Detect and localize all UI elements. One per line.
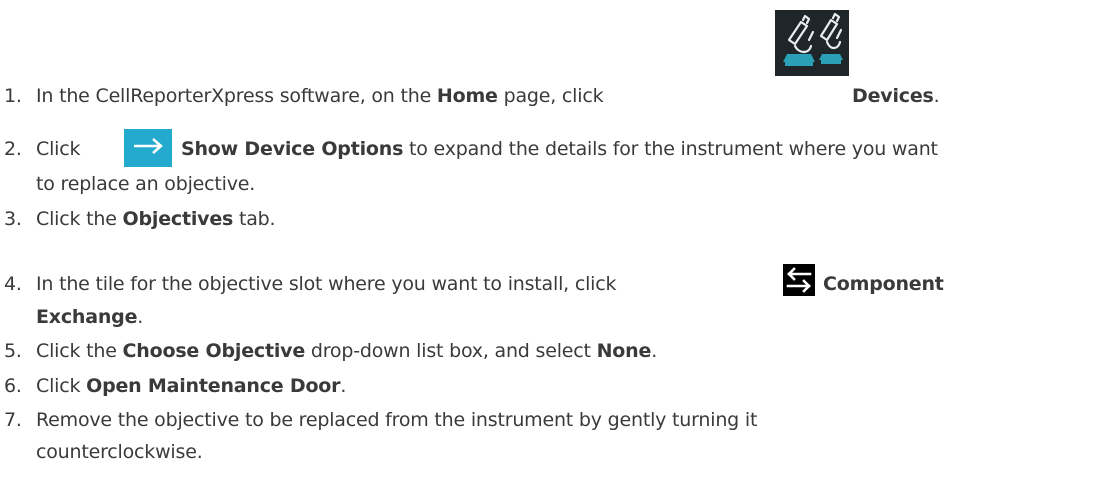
step-number: 6. — [4, 375, 22, 397]
step-number: 4. — [4, 273, 22, 295]
step-emphasis-exchange: Exchange — [36, 306, 138, 328]
step-text: to replace an objective. — [36, 173, 256, 195]
step-emphasis-none: None — [596, 340, 652, 362]
step-text: Click — [36, 375, 87, 397]
step-text: . — [340, 375, 347, 397]
step-text: page, click — [497, 85, 604, 107]
step-text: to expand the details for the instrument… — [403, 138, 938, 160]
step-text: Click — [36, 138, 81, 160]
step-emphasis-component: Component — [823, 273, 944, 295]
step-emphasis-open-maintenance-door: Open Maintenance Door — [86, 375, 341, 397]
step-emphasis-devices: Devices — [852, 85, 934, 107]
step-emphasis-choose-objective: Choose Objective — [122, 340, 306, 362]
step-text: Remove the objective to be replaced from… — [36, 409, 758, 431]
step-2-tail: Show Device Options to expand the detail… — [181, 134, 1111, 165]
step-number: 2. — [4, 138, 22, 160]
step-1-tail: Devices. — [852, 81, 1102, 112]
step-text: . — [933, 85, 940, 107]
step-emphasis-home: Home — [436, 85, 498, 107]
step-text: tab. — [233, 208, 276, 230]
component-exchange-icon — [783, 264, 815, 296]
step-number: 7. — [4, 409, 22, 431]
step-text: Click the — [36, 340, 123, 362]
step-4-tail: Component — [823, 269, 1108, 300]
devices-icon — [775, 10, 849, 76]
procedure-steps: 1. In the CellReporterXpress software, o… — [0, 0, 1111, 487]
step-emphasis-objectives: Objectives — [122, 208, 234, 230]
step-text: counterclockwise. — [36, 441, 203, 463]
step-text: In the CellReporterXpress software, on t… — [36, 85, 437, 107]
step-number: 3. — [4, 208, 22, 230]
step-text: . — [137, 306, 144, 328]
step-number: 1. — [4, 85, 22, 107]
step-emphasis-show-device-options: Show Device Options — [181, 138, 404, 160]
step-text: . — [651, 340, 658, 362]
step-text: In the tile for the objective slot where… — [36, 273, 617, 295]
step-text: drop-down list box, and select — [305, 340, 597, 362]
step-text: Click the — [36, 208, 123, 230]
step-number: 5. — [4, 340, 22, 362]
arrow-right-icon — [124, 129, 172, 167]
